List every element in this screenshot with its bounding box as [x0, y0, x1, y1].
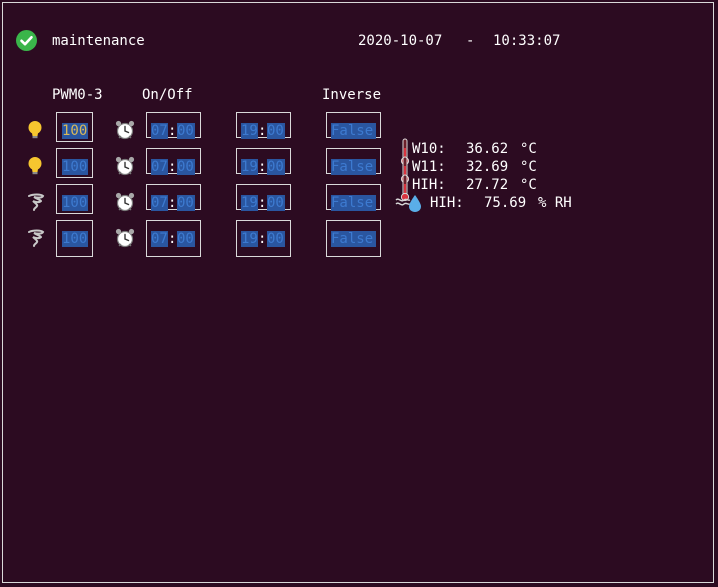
on-minute-input[interactable]: 00 — [177, 123, 195, 139]
time-colon: : — [168, 159, 177, 175]
alarm-clock-icon — [114, 119, 136, 145]
status-text: maintenance — [52, 33, 145, 49]
sensor-label: W10: — [412, 141, 446, 157]
time-colon: : — [258, 159, 267, 175]
on-hour-input[interactable]: 07 — [151, 123, 168, 139]
inverse-input[interactable]: False — [331, 159, 376, 175]
on-hour-input[interactable]: 07 — [151, 159, 168, 175]
sensor-value: 36.62 — [466, 141, 509, 157]
inverse-input[interactable]: False — [331, 123, 376, 139]
lightbulb-icon — [26, 156, 44, 180]
date-time-separator: - — [466, 33, 475, 49]
time-colon: : — [258, 123, 267, 139]
on-minute-input[interactable]: 00 — [177, 231, 195, 247]
humidity-icon — [395, 193, 423, 217]
off-hour-input[interactable]: 19 — [241, 231, 258, 247]
pwm-column-header: PWM0-3 — [52, 87, 103, 103]
sensor-unit: °C — [520, 177, 537, 193]
off-minute-input[interactable]: 00 — [267, 159, 285, 175]
off-minute-input[interactable]: 00 — [267, 231, 285, 247]
on-hour-input[interactable]: 07 — [151, 195, 168, 211]
inverse-column-header: Inverse — [322, 87, 382, 103]
off-hour-input[interactable]: 19 — [241, 195, 258, 211]
inverse-input[interactable]: False — [331, 195, 376, 211]
time-colon: : — [258, 231, 267, 247]
sensor-value: 75.69 — [484, 195, 527, 211]
alarm-clock-icon — [114, 227, 136, 253]
on-hour-input[interactable]: 07 — [151, 231, 168, 247]
sensor-label: HIH: — [430, 195, 464, 211]
pwm-input[interactable]: 100 — [62, 195, 88, 211]
pwm-input[interactable]: 100 — [62, 231, 88, 247]
time-colon: : — [168, 123, 177, 139]
time-display: 10:33:07 — [493, 33, 561, 49]
onoff-column-header: On/Off — [142, 87, 193, 103]
sensor-unit: °C — [520, 141, 537, 157]
time-colon: : — [258, 195, 267, 211]
off-minute-input[interactable]: 00 — [267, 195, 285, 211]
time-colon: : — [168, 231, 177, 247]
inverse-input[interactable]: False — [331, 231, 376, 247]
sensor-label: W11: — [412, 159, 446, 175]
pwm-input[interactable]: 100 — [62, 123, 88, 139]
sensor-unit: °C — [520, 159, 537, 175]
alarm-clock-icon — [114, 155, 136, 181]
check-circle-icon — [16, 30, 37, 51]
off-minute-input[interactable]: 00 — [267, 123, 285, 139]
off-hour-input[interactable]: 19 — [241, 123, 258, 139]
on-minute-input[interactable]: 00 — [177, 195, 195, 211]
sensor-unit: % RH — [538, 195, 572, 211]
sensor-value: 32.69 — [466, 159, 509, 175]
date-display: 2020-10-07 — [358, 33, 443, 49]
time-colon: : — [168, 195, 177, 211]
fan-icon — [26, 192, 46, 216]
off-hour-input[interactable]: 19 — [241, 159, 258, 175]
lightbulb-icon — [26, 120, 44, 144]
pwm-input[interactable]: 100 — [62, 159, 88, 175]
sensor-label: HIH: — [412, 177, 446, 193]
on-minute-input[interactable]: 00 — [177, 159, 195, 175]
sensor-value: 27.72 — [466, 177, 509, 193]
alarm-clock-icon — [114, 191, 136, 217]
fan-icon — [26, 228, 46, 252]
